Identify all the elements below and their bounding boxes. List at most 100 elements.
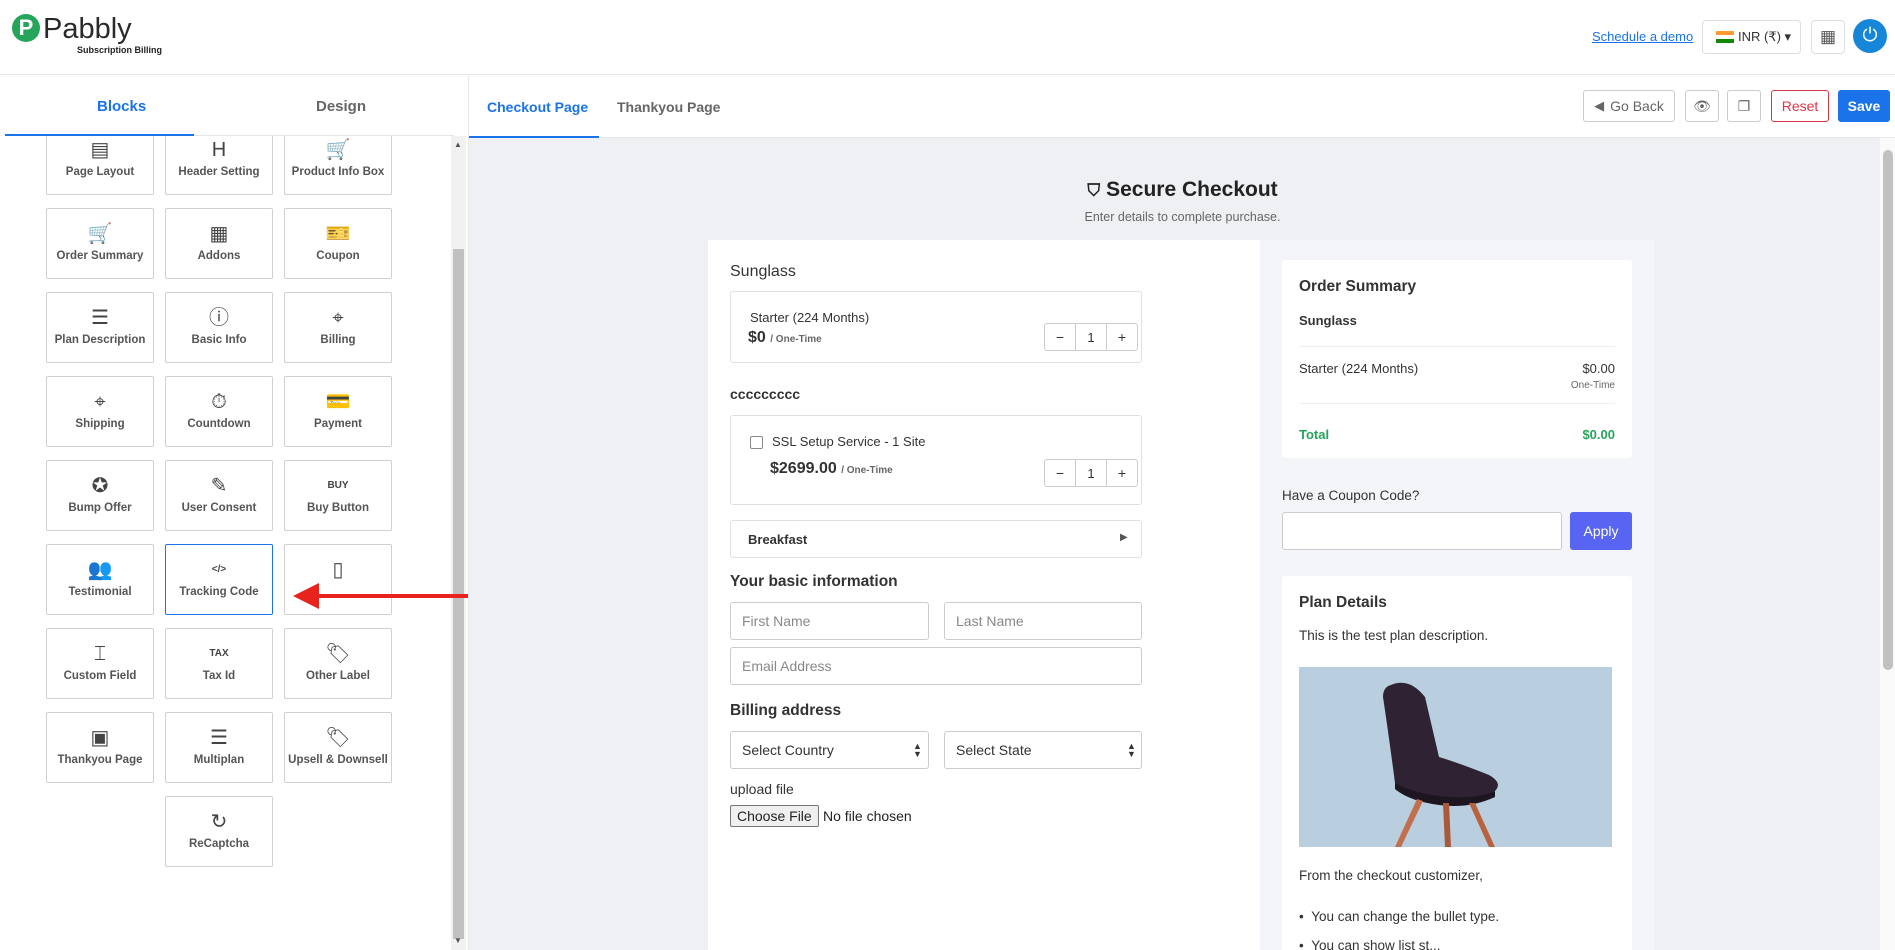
- account-button[interactable]: ⏻: [1853, 19, 1887, 53]
- order-summary-amount: $0.00: [1582, 361, 1615, 376]
- canvas-scroll-thumb[interactable]: [1883, 150, 1893, 670]
- minus-icon[interactable]: −: [1045, 460, 1075, 486]
- addon-quantity-stepper[interactable]: − 1 +: [1044, 459, 1138, 487]
- block-tracking-code[interactable]: </> Tracking Code: [165, 544, 273, 615]
- billing-icon: ⌖: [332, 307, 344, 329]
- scroll-down-arrow[interactable]: ▼: [454, 936, 462, 945]
- plan-quantity-stepper[interactable]: − 1 +: [1044, 323, 1138, 351]
- select-arrows-icon: ▲ ▼: [913, 741, 922, 759]
- block-label: Bump Offer: [68, 502, 132, 514]
- divider: [1299, 403, 1615, 404]
- addon-checkbox[interactable]: [750, 436, 763, 449]
- total-amount: $0.00: [1582, 427, 1615, 442]
- tab-design[interactable]: Design: [316, 98, 366, 115]
- block-testimonial[interactable]: 👥 Testimonial: [46, 544, 154, 615]
- go-back-button[interactable]: ◀ Go Back: [1583, 90, 1675, 122]
- block-product-info-box[interactable]: 🛒 Product Info Box: [284, 136, 392, 195]
- currency-dropdown[interactable]: INR (₹) ▾: [1702, 20, 1801, 54]
- block-recaptcha[interactable]: ↻ ReCaptcha: [165, 796, 273, 867]
- block-bump-offer[interactable]: ✪ Bump Offer: [46, 460, 154, 531]
- apply-coupon-button[interactable]: Apply: [1570, 512, 1632, 550]
- block-basic-info[interactable]: ⓘ Basic Info: [165, 292, 273, 363]
- editor-header: Checkout Page Thankyou Page ◀ Go Back 👁 ❐…: [469, 76, 1895, 138]
- order-summary-plan: Starter (224 Months): [1299, 361, 1419, 376]
- block-custom-field[interactable]: ⌶ Custom Field: [46, 628, 154, 699]
- reset-button[interactable]: Reset: [1771, 90, 1829, 122]
- plus-icon[interactable]: +: [1107, 324, 1137, 350]
- state-select[interactable]: Select State ▲ ▼: [944, 731, 1142, 769]
- block-multiplan[interactable]: ☰ Multiplan: [165, 712, 273, 783]
- bump-offer-icon: ✪: [91, 475, 109, 497]
- block-countdown[interactable]: ⏱ Countdown: [165, 376, 273, 447]
- pabbly-logo[interactable]: P Pabbly Subscription Billing: [12, 14, 162, 55]
- addon-quantity[interactable]: 1: [1075, 460, 1107, 486]
- block-label: Tracking Code: [179, 586, 259, 598]
- apps-grid-button[interactable]: ▦: [1811, 20, 1845, 54]
- block-upsell-downsell[interactable]: 🏷 Upsell & Downsell: [284, 712, 392, 783]
- block-coupon[interactable]: 🎫 Coupon: [284, 208, 392, 279]
- copy-button[interactable]: ❐: [1727, 90, 1761, 122]
- scroll-up-arrow[interactable]: ▲: [454, 140, 462, 149]
- email-field[interactable]: Email Address: [730, 647, 1142, 685]
- minus-icon[interactable]: −: [1045, 324, 1075, 350]
- caret-right-icon: ▶: [1120, 532, 1128, 543]
- bullet-item: • You can change the bullet type.: [1299, 909, 1500, 924]
- block-label: ReCaptcha: [188, 838, 250, 850]
- tracking-code-icon: </>: [211, 564, 227, 575]
- billing-heading: Billing address: [730, 702, 842, 719]
- tab-blocks[interactable]: Blocks: [97, 98, 146, 115]
- block-page-layout[interactable]: ▤ Page Layout: [46, 136, 154, 195]
- choose-file-button[interactable]: Choose File: [730, 805, 819, 827]
- addon-group-title: ccccccccc: [730, 386, 801, 402]
- block-shipping[interactable]: ⌖ Shipping: [46, 376, 154, 447]
- page-title: ⛉ Secure Checkout: [469, 178, 1895, 202]
- block-label: Addons: [197, 250, 241, 262]
- preview-button[interactable]: 👁: [1685, 90, 1719, 122]
- buy-button-icon: BUY: [327, 480, 349, 491]
- save-button[interactable]: Save: [1838, 90, 1890, 122]
- plan-quantity[interactable]: 1: [1075, 324, 1107, 350]
- state-select-value: Select State: [956, 742, 1032, 758]
- plus-icon[interactable]: +: [1107, 460, 1137, 486]
- coupon-label: Have a Coupon Code?: [1282, 488, 1420, 503]
- block-label: Thankyou Page: [57, 754, 143, 766]
- tab-thankyou-page[interactable]: Thankyou Page: [617, 99, 720, 115]
- shipping-icon: ⌖: [94, 391, 106, 413]
- top-bar: P Pabbly Subscription Billing Schedule a…: [0, 0, 1895, 75]
- checkout-sidebar: Order Summary Sunglass Starter (224 Mont…: [1260, 240, 1654, 950]
- block-label: Testimonial: [68, 586, 132, 598]
- block-user-consent[interactable]: ✎ User Consent: [165, 460, 273, 531]
- block-label: Plan Description: [54, 334, 146, 346]
- block-other-label[interactable]: 🏷 Other Label: [284, 628, 392, 699]
- block-label: Countdown: [187, 418, 251, 430]
- block-label: Billing: [320, 334, 356, 346]
- other-label-icon: 🏷: [325, 643, 351, 665]
- schedule-demo-link[interactable]: Schedule a demo: [1592, 29, 1693, 44]
- block-addons[interactable]: ▦ Addons: [165, 208, 273, 279]
- block-thankyou-page[interactable]: ▣ Thankyou Page: [46, 712, 154, 783]
- block-tax-id[interactable]: TAX Tax Id: [165, 628, 273, 699]
- canvas-scrollbar[interactable]: [1880, 138, 1895, 950]
- page-title-text: Secure Checkout: [1106, 178, 1278, 201]
- block-buy-button[interactable]: BUY Buy Button: [284, 460, 392, 531]
- block-label: Multiplan: [193, 754, 245, 766]
- country-select[interactable]: Select Country ▲ ▼: [730, 731, 929, 769]
- logo-name: Pabbly: [43, 13, 132, 45]
- copy-icon: ❐: [1737, 97, 1751, 114]
- block-billing[interactable]: ⌖ Billing: [284, 292, 392, 363]
- plan-details-description: This is the test plan description.: [1299, 628, 1489, 643]
- block-order-summary[interactable]: 🛒 Order Summary: [46, 208, 154, 279]
- tab-checkout-page[interactable]: Checkout Page: [487, 99, 588, 115]
- block-header-setting[interactable]: H Header Setting: [165, 136, 273, 195]
- block-payment[interactable]: 💳 Payment: [284, 376, 392, 447]
- coupon-input[interactable]: [1282, 512, 1562, 550]
- addon-price: $2699.00: [770, 460, 837, 477]
- logo-subtitle: Subscription Billing: [77, 45, 162, 55]
- breakfast-accordion[interactable]: Breakfast ▶: [730, 520, 1142, 558]
- first-name-field[interactable]: First Name: [730, 602, 929, 640]
- block-plan-description[interactable]: ☰ Plan Description: [46, 292, 154, 363]
- last-name-field[interactable]: Last Name: [944, 602, 1142, 640]
- checkout-form: Sunglass Starter (224 Months) $0 / One-T…: [708, 240, 1260, 950]
- sidebar-scrollbar[interactable]: ▲ ▼: [451, 136, 466, 950]
- basic-info-heading: Your basic information: [730, 573, 898, 590]
